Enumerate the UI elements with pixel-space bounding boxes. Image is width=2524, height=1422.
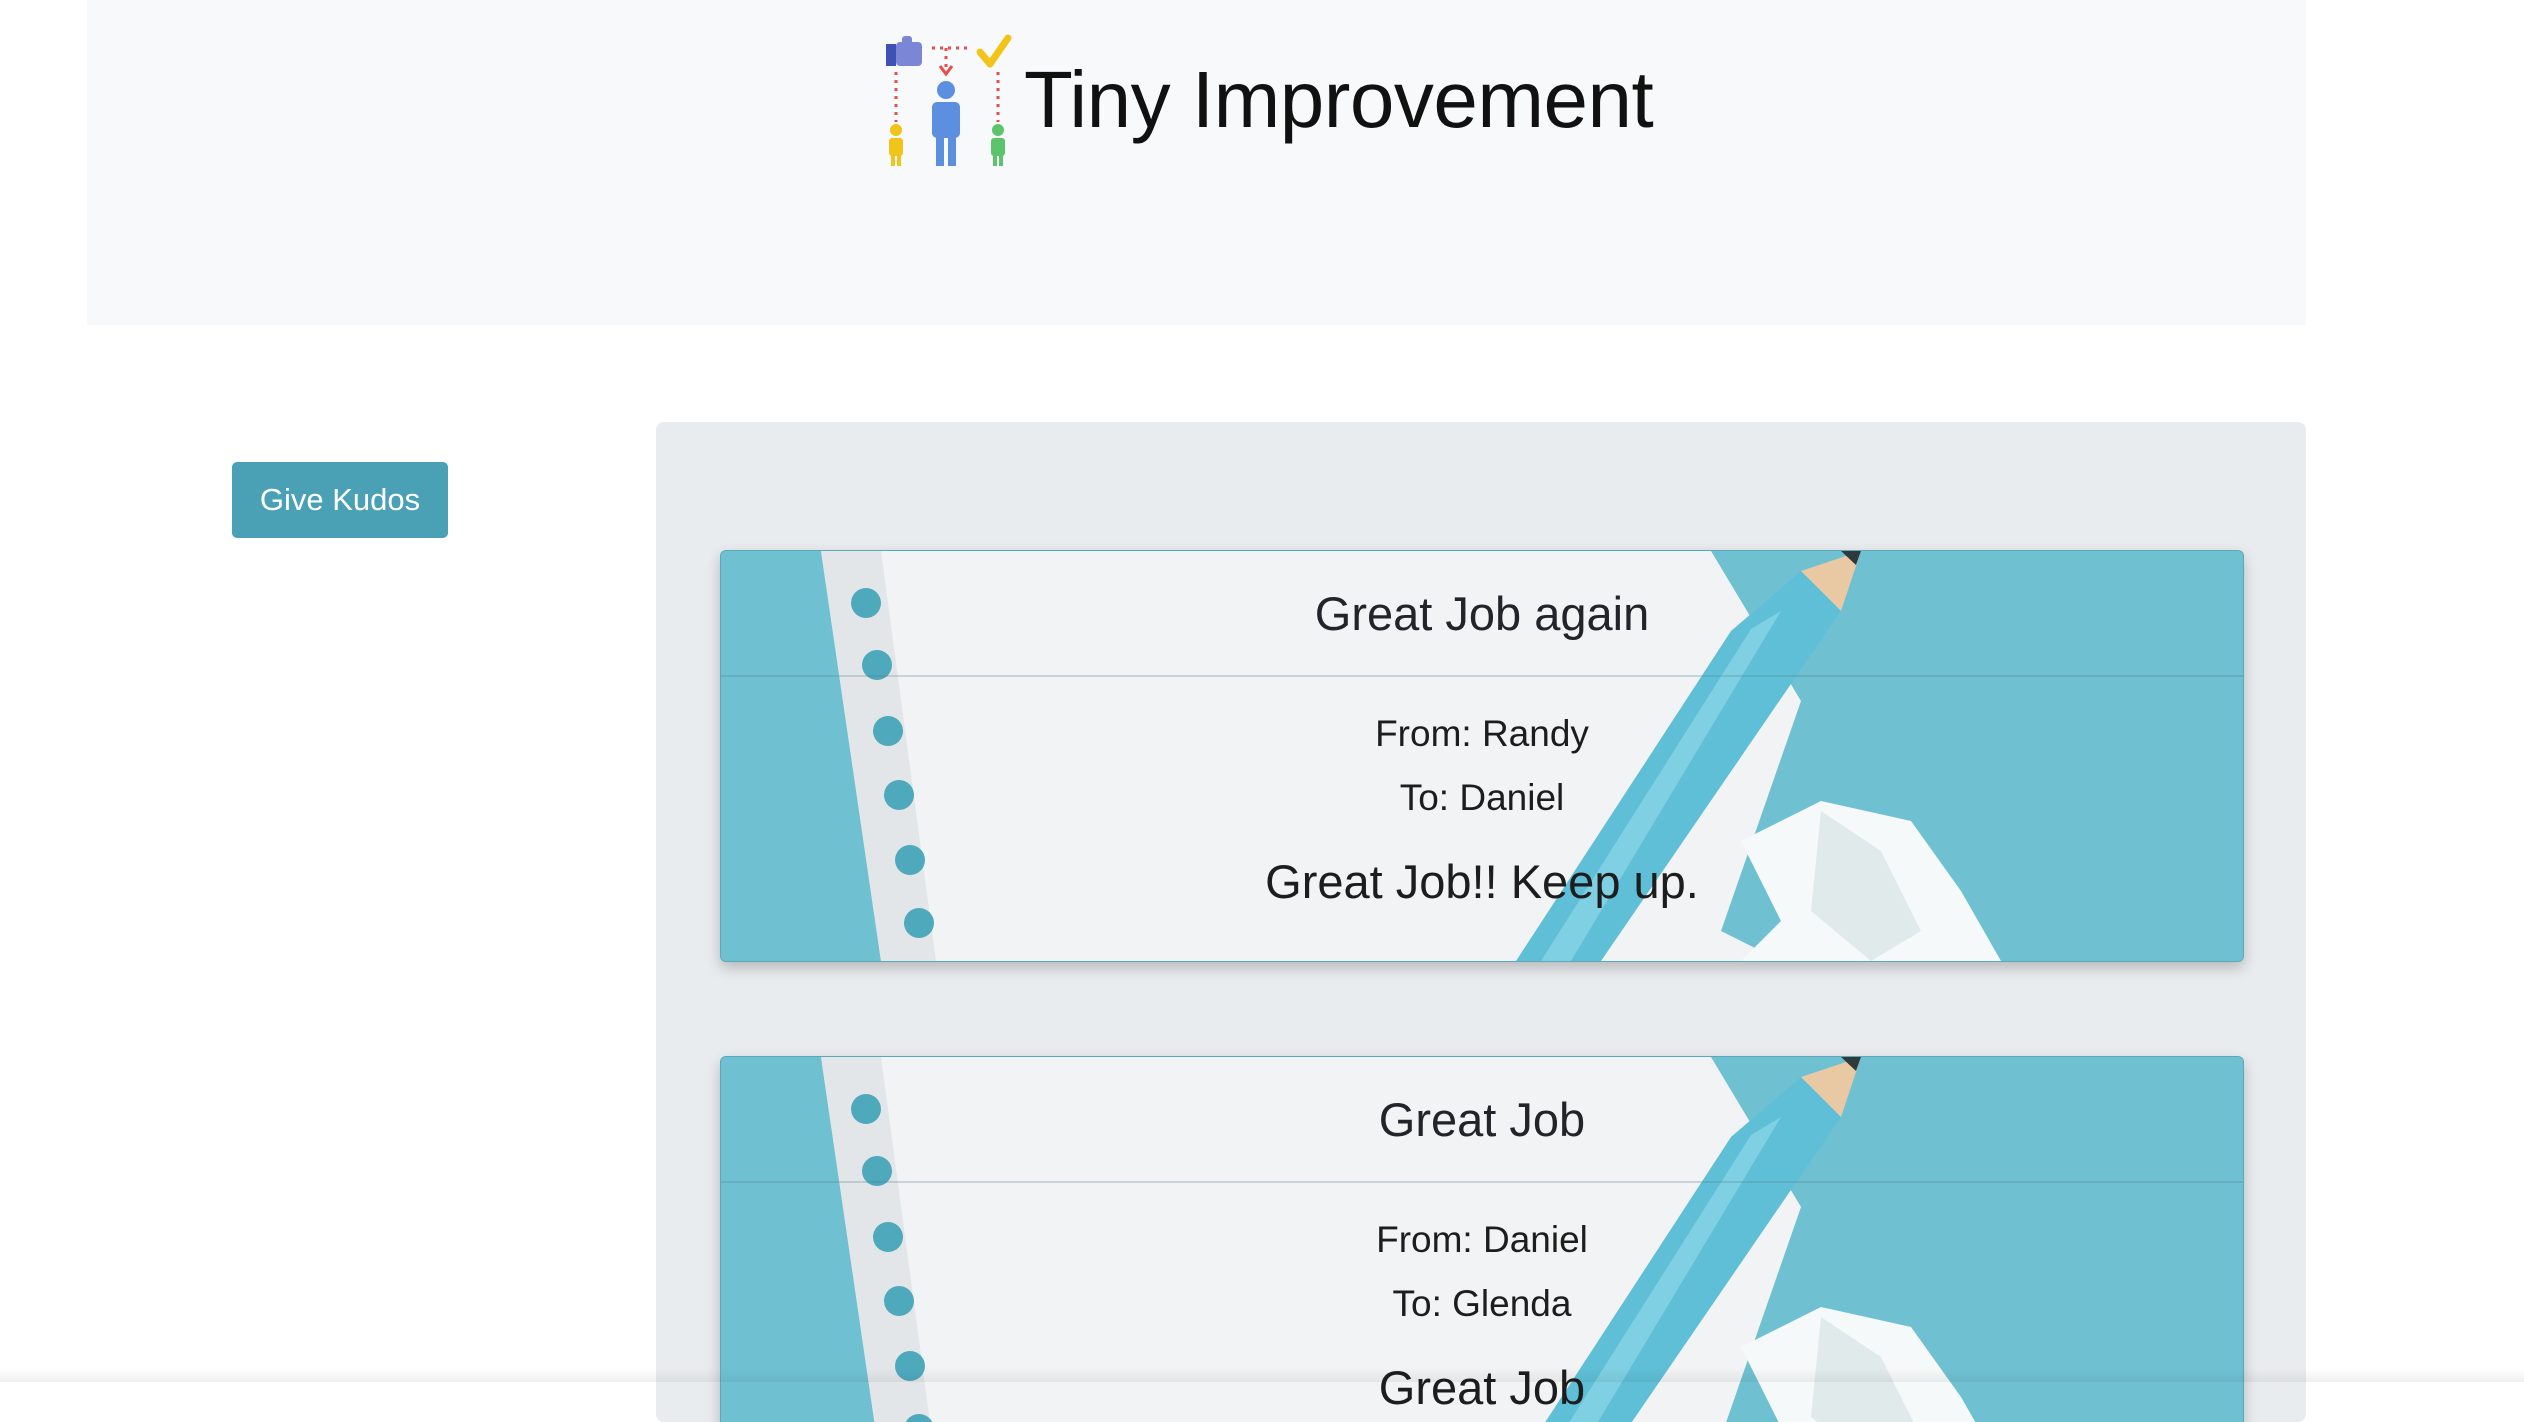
viewport-bottom-edge bbox=[0, 1368, 2524, 1382]
kudos-card-to: To: Glenda bbox=[1392, 1283, 1572, 1324]
kudos-card-title: Great Job again bbox=[1314, 586, 1650, 640]
brand[interactable]: Tiny Improvement bbox=[882, 34, 1654, 166]
kudos-card: Great Job again From: Randy To: Daniel G… bbox=[720, 550, 2244, 962]
kudos-card-title: Great Job bbox=[1378, 1092, 1586, 1146]
kudos-card-from: From: Randy bbox=[1375, 713, 1589, 754]
kudos-feed[interactable]: Great Job again From: Randy To: Daniel G… bbox=[656, 422, 2306, 1422]
kudos-card-message: Great Job!! Keep up. bbox=[1265, 855, 1699, 908]
app-title: Tiny Improvement bbox=[1024, 55, 1654, 144]
kudos-card-from: From: Daniel bbox=[1376, 1219, 1588, 1260]
header-banner: Tiny Improvement bbox=[87, 0, 2306, 325]
team-improvement-logo-icon bbox=[882, 34, 1012, 166]
kudos-card-divider bbox=[721, 675, 2243, 677]
kudos-card-divider bbox=[721, 1181, 2243, 1183]
give-kudos-button[interactable]: Give Kudos bbox=[232, 462, 448, 538]
kudos-card-to: To: Daniel bbox=[1399, 777, 1565, 818]
